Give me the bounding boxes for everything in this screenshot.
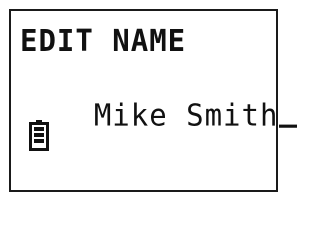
battery-fill: [34, 127, 44, 143]
text-cursor: [279, 124, 298, 128]
name-input-value: Mike Smith: [93, 97, 279, 133]
battery-icon: [29, 120, 49, 151]
lcd-screen: EDIT NAME Mike Smith: [9, 9, 298, 192]
screen-title: EDIT NAME: [20, 22, 187, 59]
name-input-field[interactable]: Mike Smith: [20, 70, 298, 161]
